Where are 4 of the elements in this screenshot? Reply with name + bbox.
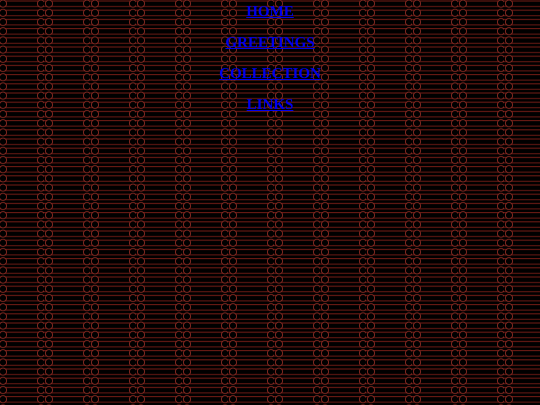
nav-link[interactable]: COLLECTION <box>219 65 321 83</box>
nav-link[interactable]: HOME <box>246 3 294 21</box>
nav-link[interactable]: GREETINGS <box>225 34 315 52</box>
nav-link[interactable]: LINKS <box>246 96 294 114</box>
